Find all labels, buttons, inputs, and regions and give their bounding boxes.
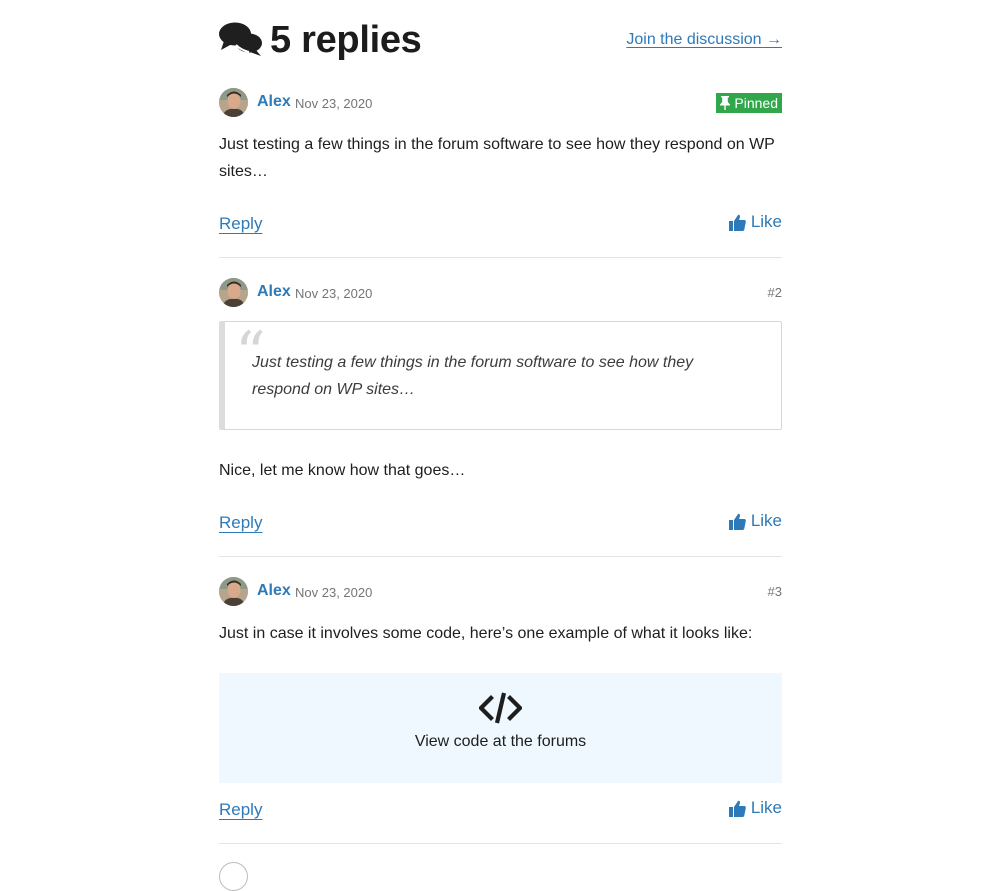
code-icon: [479, 692, 522, 724]
author-name[interactable]: Alex: [257, 93, 291, 111]
post-body: Nice, let me know how that goes…: [219, 462, 466, 479]
post-body: Just testing a few things in the forum s…: [219, 136, 775, 180]
post-actions: Reply Like: [219, 505, 782, 545]
avatar[interactable]: [219, 577, 248, 606]
pinned-badge: Pinned: [716, 93, 782, 113]
join-discussion-link[interactable]: Join the discussion →: [626, 30, 782, 50]
reply-button[interactable]: Reply: [219, 214, 262, 234]
discussion-thread: 5 replies Join the discussion → Alex Nov…: [219, 0, 782, 891]
post-actions: Reply Like: [219, 206, 782, 246]
pinned-label: Pinned: [734, 95, 778, 111]
like-button[interactable]: Like: [728, 798, 782, 818]
post-divider: [219, 556, 782, 557]
author-name[interactable]: Alex: [257, 283, 291, 301]
thumbs-up-icon: [728, 214, 746, 231]
replies-count-title: 5 replies: [270, 19, 422, 61]
post-date: Nov 23, 2020: [295, 96, 373, 111]
post-header: Alex Nov 23, 2020 #3: [219, 576, 782, 606]
post-date: Nov 23, 2020: [295, 286, 373, 301]
thumbs-up-icon: [728, 513, 746, 530]
post-actions: Reply Like: [219, 792, 782, 832]
comments-icon: [219, 22, 262, 56]
post-divider: [219, 257, 782, 258]
quote-text: Just testing a few things in the forum s…: [252, 354, 694, 398]
like-label: Like: [750, 511, 782, 530]
reply-button[interactable]: Reply: [219, 513, 262, 533]
view-code-label: View code at the forums: [414, 733, 587, 750]
like-button[interactable]: Like: [728, 511, 782, 531]
post-date: Nov 23, 2020: [295, 585, 373, 600]
like-label: Like: [750, 212, 782, 231]
post-header: Alex Nov 23, 2020 #2: [219, 277, 782, 307]
blockquote: “ Just testing a few things in the forum…: [219, 321, 782, 430]
thread-header: 5 replies Join the discussion →: [219, 0, 782, 84]
like-label: Like: [750, 798, 782, 817]
author-name[interactable]: Alex: [257, 582, 291, 600]
post-divider: [219, 843, 782, 844]
thumbs-up-icon: [728, 800, 746, 817]
pin-icon: [720, 96, 731, 110]
post-number[interactable]: #3: [768, 584, 782, 599]
avatar[interactable]: [219, 88, 248, 117]
post-number[interactable]: #2: [768, 285, 782, 300]
view-code-embed[interactable]: View code at the forums: [219, 673, 782, 783]
like-button[interactable]: Like: [728, 212, 782, 232]
forum-post: Alex Nov 23, 2020 Pinned Just testing a …: [219, 87, 782, 180]
reply-button[interactable]: Reply: [219, 800, 262, 820]
avatar[interactable]: [219, 278, 248, 307]
post-body: Just in case it involves some code, here…: [219, 625, 753, 642]
post-header: Alex Nov 23, 2020 Pinned: [219, 87, 782, 117]
avatar[interactable]: [219, 862, 248, 891]
